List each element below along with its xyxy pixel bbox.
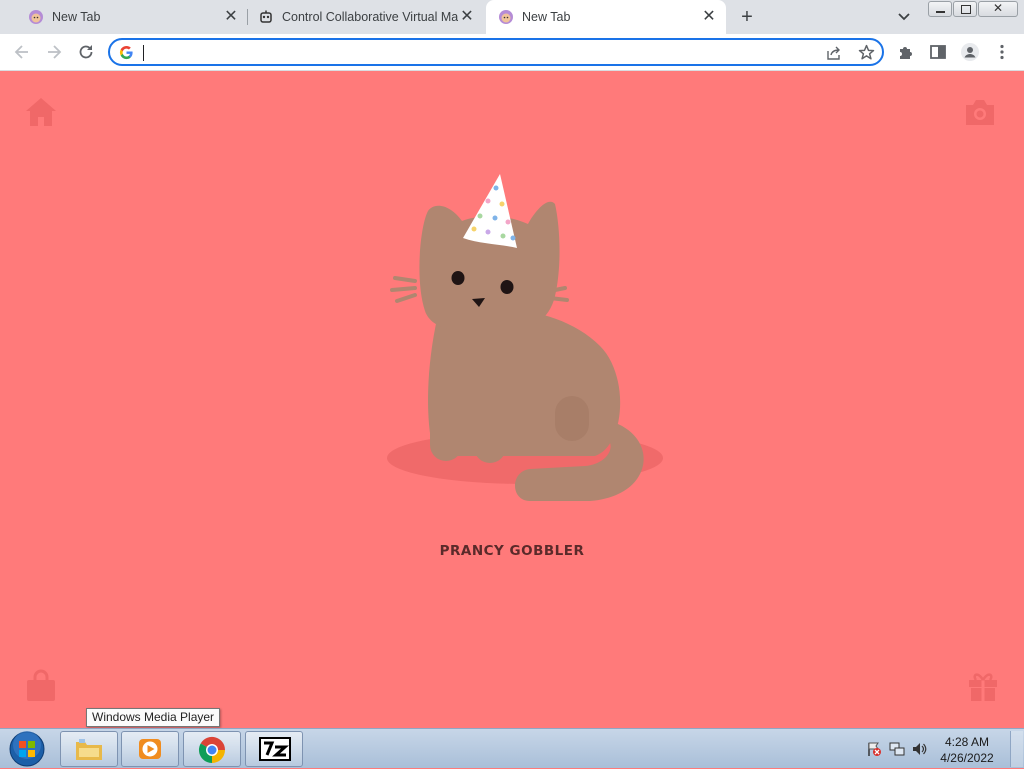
clock-time[interactable]: 4:28 AM bbox=[927, 735, 1007, 749]
chrome-icon bbox=[198, 736, 226, 764]
cat-favicon-icon bbox=[29, 10, 43, 24]
browser-toolbar bbox=[0, 34, 1024, 71]
kebab-menu-icon[interactable] bbox=[992, 42, 1012, 62]
tab-close-icon[interactable]: ✕ bbox=[458, 8, 476, 26]
7zip-icon bbox=[259, 737, 291, 761]
action-center-flag-icon[interactable] bbox=[866, 741, 882, 757]
cat-leg bbox=[555, 396, 589, 441]
google-g-icon bbox=[119, 46, 133, 60]
cat-eye bbox=[451, 271, 465, 285]
side-panel-icon[interactable] bbox=[928, 42, 948, 62]
windows-media-player-button[interactable] bbox=[121, 731, 179, 767]
text-caret bbox=[143, 45, 144, 61]
robot-favicon-icon bbox=[260, 10, 272, 23]
new-tab-page: PRANCY GOBBLER bbox=[0, 71, 1024, 728]
minimize-button[interactable] bbox=[928, 1, 952, 17]
start-orb-icon[interactable] bbox=[8, 730, 46, 768]
tab-title: New Tab bbox=[522, 10, 571, 24]
share-icon[interactable] bbox=[826, 45, 842, 61]
close-window-button[interactable]: ✕ bbox=[978, 1, 1018, 17]
network-icon[interactable] bbox=[889, 741, 905, 757]
windows-taskbar: 4:28 AM 4/26/2022 bbox=[0, 728, 1024, 768]
arrow-left-icon[interactable] bbox=[12, 42, 32, 62]
show-desktop-button[interactable] bbox=[1010, 731, 1023, 767]
clock-date[interactable]: 4/26/2022 bbox=[927, 751, 1007, 765]
tab-title: Control Collaborative Virtual Mac bbox=[282, 10, 458, 24]
file-explorer-button[interactable] bbox=[60, 731, 118, 767]
tab-title: New Tab bbox=[52, 10, 101, 24]
tab-new-tab-1[interactable]: New Tab ✕ bbox=[8, 0, 248, 34]
cat-favicon-icon bbox=[499, 10, 513, 24]
file-explorer-icon bbox=[76, 739, 102, 760]
tab-new-tab-active[interactable]: New Tab ✕ bbox=[486, 0, 726, 34]
gift-icon[interactable] bbox=[966, 669, 1000, 703]
cat-leg bbox=[430, 406, 462, 461]
arrow-right-icon[interactable] bbox=[44, 42, 64, 62]
maximize-button[interactable] bbox=[953, 1, 977, 17]
tab-close-icon[interactable]: ✕ bbox=[700, 8, 718, 26]
cat-leg bbox=[474, 411, 506, 463]
cat-whiskers-left bbox=[390, 276, 417, 303]
tab-close-icon[interactable]: ✕ bbox=[222, 8, 240, 26]
shopping-bag-icon[interactable] bbox=[24, 669, 58, 703]
puzzle-icon[interactable] bbox=[896, 42, 916, 62]
taskbar-tooltip: Windows Media Player bbox=[86, 708, 221, 727]
tab-strip: New Tab ✕ Control Collaborative Virtual … bbox=[0, 0, 1024, 34]
home-icon[interactable] bbox=[24, 95, 58, 129]
7zip-button[interactable] bbox=[245, 731, 303, 767]
chrome-button[interactable] bbox=[183, 731, 241, 767]
address-bar[interactable] bbox=[108, 38, 884, 66]
omnibox-input[interactable] bbox=[142, 43, 802, 61]
party-hat-icon bbox=[463, 174, 517, 248]
cat-eye bbox=[500, 280, 514, 294]
chevron-down-icon[interactable] bbox=[896, 9, 912, 25]
tab-control-collaborative[interactable]: Control Collaborative Virtual Mac ✕ bbox=[248, 0, 486, 34]
new-tab-plus-icon[interactable]: + bbox=[737, 7, 757, 27]
volume-icon[interactable] bbox=[911, 741, 927, 757]
reload-icon[interactable] bbox=[76, 42, 96, 62]
star-icon[interactable] bbox=[858, 44, 875, 61]
profile-icon[interactable] bbox=[960, 42, 980, 62]
cat-name-label: PRANCY GOBBLER bbox=[439, 543, 585, 559]
system-tray: 4:28 AM 4/26/2022 bbox=[834, 729, 1024, 769]
windows-media-player-icon bbox=[139, 739, 161, 759]
cat-illustration bbox=[387, 174, 663, 501]
camera-icon[interactable] bbox=[963, 95, 997, 129]
